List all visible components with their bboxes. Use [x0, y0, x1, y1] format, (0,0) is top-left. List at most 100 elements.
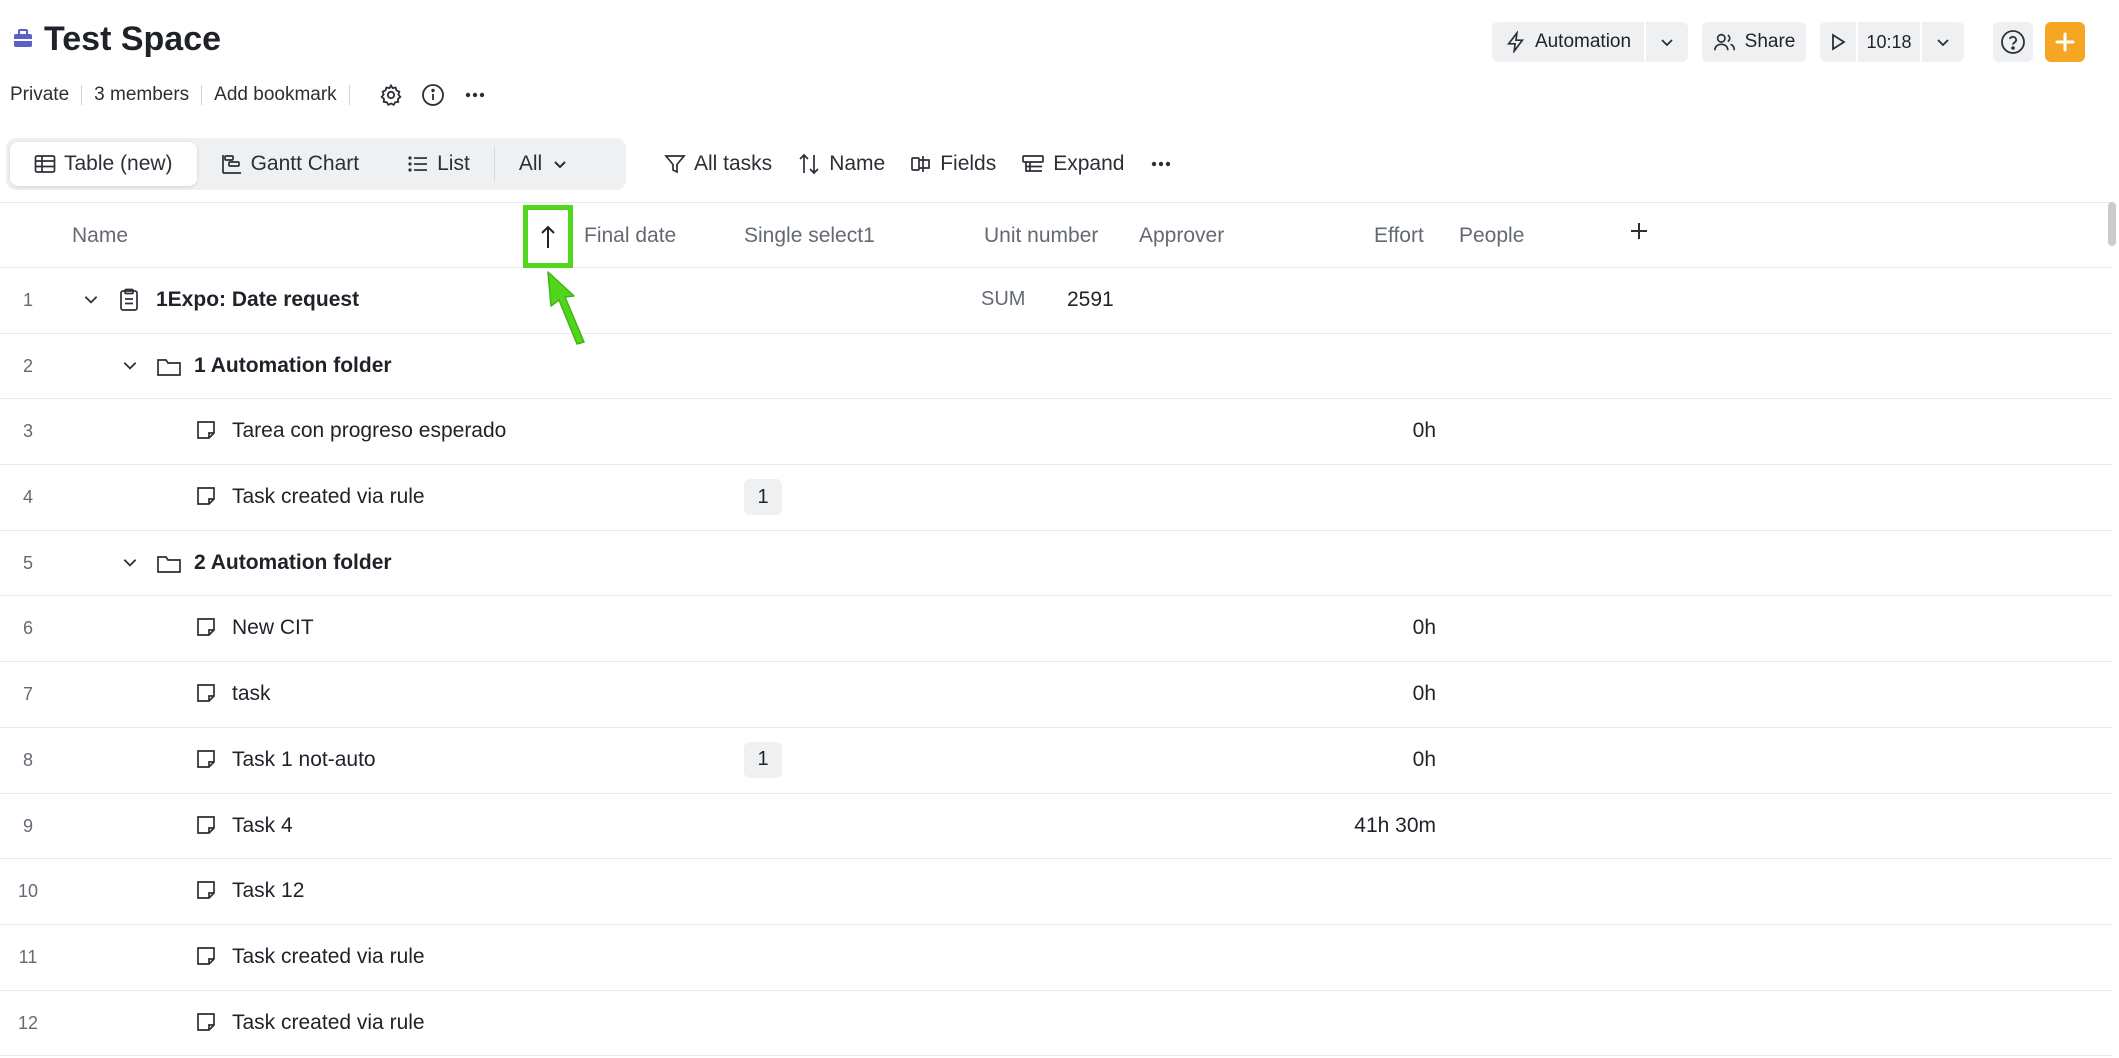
automation-dropdown[interactable]: [1646, 22, 1688, 62]
more-icon: [1152, 161, 1171, 167]
task-icon: [197, 684, 215, 702]
tab-list[interactable]: List: [383, 142, 494, 186]
table-row[interactable]: 11 Task created via rule: [0, 925, 2112, 991]
row-number: 4: [22, 487, 33, 508]
timer-play-button[interactable]: [1820, 22, 1856, 62]
plus-icon: [2055, 32, 2075, 52]
filter-icon: [664, 155, 686, 174]
add-button[interactable]: [2045, 22, 2085, 62]
info-icon[interactable]: [420, 82, 446, 108]
share-label: Share: [1744, 31, 1796, 52]
tab-label: List: [437, 152, 470, 175]
timer-widget[interactable]: 10:18: [1820, 22, 1964, 62]
tab-label: Table (new): [64, 152, 173, 175]
task-name: Task 12: [232, 879, 305, 903]
expand-button[interactable]: Expand: [1021, 152, 1124, 176]
column-header-final-date[interactable]: Final date: [584, 224, 676, 248]
table-row[interactable]: 5 2 Automation folder: [0, 531, 2112, 597]
row-number: 7: [22, 684, 33, 705]
task-name: task: [232, 682, 271, 706]
chevron-down-icon: [554, 161, 566, 169]
members-link[interactable]: 3 members: [94, 84, 189, 106]
table-row[interactable]: 7 task 0h: [0, 662, 2112, 728]
table-row[interactable]: 1 1Expo: Date request SUM 2591: [0, 268, 2112, 334]
tab-label: All: [518, 152, 543, 175]
table-row[interactable]: 9 Task 4 41h 30m: [0, 794, 2112, 860]
add-column-button[interactable]: [1627, 219, 1651, 249]
task-table: Name Final date Single select1 Unit numb…: [0, 202, 2112, 1057]
column-header-single-select[interactable]: Single select1: [744, 224, 875, 248]
table-row[interactable]: 12 Task created via rule: [0, 991, 2112, 1057]
row-number: 2: [22, 355, 33, 376]
help-button[interactable]: [1993, 22, 2033, 62]
privacy-label: Private: [10, 84, 70, 105]
chevron-down-icon[interactable]: [121, 356, 139, 374]
space-meta: Private 3 members Add bookmark: [10, 82, 488, 108]
sort-direction-button[interactable]: [523, 205, 573, 268]
chevron-down-icon[interactable]: [82, 290, 100, 308]
tab-table[interactable]: Table (new): [10, 142, 197, 186]
table-row[interactable]: 3 Tarea con progreso esperado 0h: [0, 399, 2112, 466]
table-row[interactable]: 10 Task 12: [0, 859, 2112, 925]
header: Test Space Private 3 members Add bookmar…: [0, 0, 2119, 135]
column-header-effort[interactable]: Effort: [1374, 224, 1424, 248]
column-header-approver[interactable]: Approver: [1139, 224, 1224, 248]
column-header-unit-number[interactable]: Unit number: [984, 224, 1098, 248]
task-icon: [197, 749, 215, 768]
automation-button[interactable]: Automation: [1492, 22, 1688, 62]
task-icon: [197, 421, 215, 440]
row-number: 6: [22, 618, 33, 639]
filter-label: All tasks: [694, 152, 773, 175]
sort-icon: [799, 153, 819, 175]
share-button[interactable]: Share: [1702, 22, 1806, 62]
row-number: 5: [22, 552, 33, 573]
fields-label: Fields: [940, 152, 997, 175]
tab-all-views[interactable]: All: [495, 142, 592, 186]
more-options-button[interactable]: [1149, 152, 1181, 176]
tab-label: Gantt Chart: [250, 152, 360, 175]
task-name: Tarea con progreso esperado: [232, 419, 507, 443]
folder-icon: [157, 555, 181, 573]
table-toolbar: All tasks Name Fields Expand: [664, 142, 1206, 186]
task-icon: [197, 881, 215, 900]
expand-label: Expand: [1053, 152, 1125, 175]
task-name: 1Expo: Date request: [156, 288, 360, 311]
unit-number-sum: 2591: [1067, 288, 1114, 311]
row-number: 9: [22, 815, 33, 836]
chevron-down-icon: [1937, 39, 1949, 47]
automation-main[interactable]: Automation: [1492, 22, 1644, 62]
divider: [348, 85, 350, 105]
folder-name: 1 Automation folder: [194, 353, 392, 377]
fields-button[interactable]: Fields: [910, 152, 996, 176]
timer-value: 10:18: [1866, 31, 1912, 52]
sort-button[interactable]: Name: [797, 152, 885, 176]
chevron-down-icon[interactable]: [121, 553, 139, 571]
more-icon[interactable]: [462, 82, 488, 108]
fields-icon: [911, 156, 931, 172]
task-icon: [197, 815, 215, 834]
single-select-badge[interactable]: 1: [744, 479, 782, 516]
table-row[interactable]: 8 Task 1 not-auto 1 0h: [0, 728, 2112, 794]
column-header-name[interactable]: Name: [72, 224, 128, 248]
sort-label: Name: [829, 152, 886, 175]
row-number: 1: [22, 290, 33, 310]
row-number: 11: [18, 946, 38, 967]
filter-button[interactable]: All tasks: [664, 152, 772, 176]
effort-value: 0h: [1412, 747, 1436, 771]
table-row[interactable]: 6 New CIT 0h: [0, 596, 2112, 663]
column-header-people[interactable]: People: [1459, 224, 1524, 248]
single-select-badge[interactable]: 1: [744, 741, 782, 778]
vertical-scrollbar[interactable]: [2108, 202, 2116, 246]
table-row[interactable]: 2 1 Automation folder: [0, 334, 2112, 400]
table-row[interactable]: 4 Task created via rule 1: [0, 465, 2112, 531]
gear-icon[interactable]: [378, 82, 404, 108]
add-bookmark-link[interactable]: Add bookmark: [214, 84, 337, 106]
row-number: 3: [22, 421, 33, 442]
tab-gantt-chart[interactable]: Gantt Chart: [197, 142, 384, 186]
task-icon: [197, 1012, 215, 1031]
divider: [201, 85, 203, 105]
annotation-arrow-icon: [547, 271, 585, 345]
timer-dropdown[interactable]: [1922, 22, 1964, 62]
expand-icon: [1022, 155, 1045, 172]
task-name: Task created via rule: [232, 485, 425, 509]
